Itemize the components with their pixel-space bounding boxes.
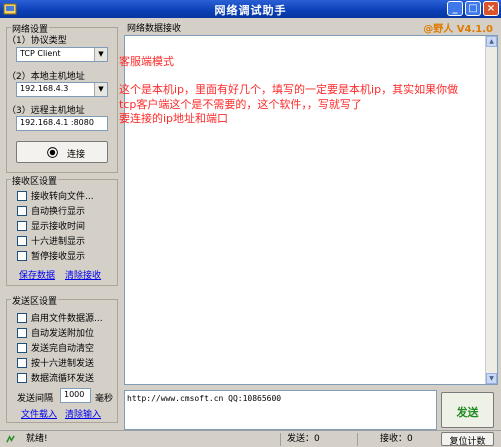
checkbox-box[interactable] [17,327,27,338]
remote-value: 192.168.4.1 :8080 [20,118,94,127]
send-button-label: 发送 [456,406,479,419]
sent-count: 发送：0 [280,433,354,446]
hex-send-label: 按十六进制发送 [31,359,95,369]
send-settings-group: 发送区设置 启用文件数据源... 自动发送附加位 发送完自动清空 按十六进制发送… [6,294,118,423]
auto-clear-label: 发送完自动清空 [31,344,95,354]
append-bit-checkbox[interactable]: 自动发送附加位 [17,326,94,339]
file-source-checkbox[interactable]: 启用文件数据源... [17,311,103,324]
reset-count-button[interactable]: 复位计数 [441,432,494,447]
maximize-button[interactable]: □ [465,1,481,16]
checkbox-box[interactable] [17,235,27,246]
protocol-label: （1）协议类型 [7,36,67,46]
connect-button[interactable]: 连接 [16,141,108,163]
send-button[interactable]: 发送 [441,392,494,428]
send-textarea[interactable]: http://www.cmsoft.cn QQ:10865600 [124,390,437,430]
close-button[interactable]: × [483,1,499,16]
checkbox-box[interactable] [17,250,27,261]
status-icon [6,435,15,443]
show-time-checkbox[interactable]: 显示接收时间 [17,219,85,232]
brand-label: @野人 V4.1.0 [423,24,493,35]
local-ip-label: （2）本地主机地址 [7,72,85,82]
chevron-down-icon[interactable]: ▼ [94,48,107,61]
local-ip-select[interactable]: 192.168.4.3 ▼ [16,82,108,97]
local-ip-note: 这个是本机ip，里面有好几个，填写的一定要是本机ip，其实如果你做 [119,83,459,96]
send-text: http://www.cmsoft.cn QQ:10865600 [127,394,282,403]
file-source-label: 启用文件数据源... [31,314,103,324]
checkbox-box[interactable] [17,220,27,231]
interval-value: 1000 [64,390,85,399]
send-settings-legend: 发送区设置 [11,294,59,307]
recv-area-title: 网络数据接收 [127,24,182,34]
recv-scrollbar[interactable]: ▲ ▼ [485,36,497,384]
clear-input-link[interactable]: 清除输入 [65,407,101,420]
minimize-button[interactable]: _ [447,1,463,16]
checkbox-box[interactable] [17,190,27,201]
recv-to-file-checkbox[interactable]: 接收转向文件... [17,189,94,202]
append-bit-label: 自动发送附加位 [31,329,95,339]
mode-note: 客服端模式 [119,55,174,68]
remote-address-field[interactable]: 192.168.4.1 :8080 [16,116,108,131]
chevron-down-icon[interactable]: ▼ [94,83,107,96]
interval-input[interactable]: 1000 [60,388,91,403]
remote-label: （3）远程主机地址 [7,106,85,116]
save-data-link[interactable]: 保存数据 [19,268,55,281]
auto-wrap-checkbox[interactable]: 自动换行显示 [17,204,85,217]
show-time-label: 显示接收时间 [31,222,86,232]
connect-label: 连接 [67,150,86,160]
checkbox-box[interactable] [17,372,27,383]
pause-recv-label: 暂停接收显示 [31,252,86,262]
reset-count-label: 复位计数 [449,437,486,447]
recv-area-header: 网络数据接收 @野人 V4.1.0 [124,20,497,35]
status-bar: 就绪! 发送：0 接收：0 复位计数 [0,430,501,447]
recv-settings-group: 接收区设置 接收转向文件... 自动换行显示 显示接收时间 十六进制显示 暂停接… [6,174,118,286]
clear-recv-link[interactable]: 清除接收 [65,268,101,281]
received-count: 接收：0 [357,433,431,446]
title-bar: 网络调试助手 _ □ × [0,0,501,18]
auto-clear-checkbox[interactable]: 发送完自动清空 [17,341,94,354]
window-title: 网络调试助手 [214,4,287,17]
net-settings-group: 网络设置 （1）协议类型 TCP Client ▼ （2）本地主机地址 192.… [6,22,118,173]
recv-to-file-label: 接收转向文件... [31,192,94,202]
protocol-select[interactable]: TCP Client ▼ [16,47,108,62]
protocol-value: TCP Client [20,49,61,58]
scroll-up-icon[interactable]: ▲ [486,36,497,47]
status-ready: 就绪! [26,434,48,444]
interval-label: 发送间隔 [17,394,54,404]
hex-display-checkbox[interactable]: 十六进制显示 [17,234,85,247]
hex-send-checkbox[interactable]: 按十六进制发送 [17,356,94,369]
loop-send-label: 数据流循环发送 [31,374,95,384]
record-icon [47,147,58,158]
checkbox-box[interactable] [17,357,27,368]
checkbox-box[interactable] [17,205,27,216]
recv-textarea[interactable]: 客服端模式 这个是本机ip，里面有好几个，填写的一定要是本机ip，其实如果你做 … [119,35,498,385]
scroll-down-icon[interactable]: ▼ [486,373,497,384]
local-ip-value: 192.168.4.3 [20,84,69,93]
auto-wrap-label: 自动换行显示 [31,207,86,217]
remote-note: 要连接的ip地址和端口 [119,112,229,125]
left-panel: 网络设置 （1）协议类型 TCP Client ▼ （2）本地主机地址 192.… [0,18,122,430]
file-load-link[interactable]: 文件载入 [21,407,57,420]
checkbox-box[interactable] [17,342,27,353]
checkbox-box[interactable] [17,312,27,323]
interval-unit: 毫秒 [95,394,114,404]
pause-recv-checkbox[interactable]: 暂停接收显示 [17,249,85,262]
hex-display-label: 十六进制显示 [31,237,86,247]
loop-send-checkbox[interactable]: 数据流循环发送 [17,371,94,384]
recv-settings-legend: 接收区设置 [11,174,59,187]
